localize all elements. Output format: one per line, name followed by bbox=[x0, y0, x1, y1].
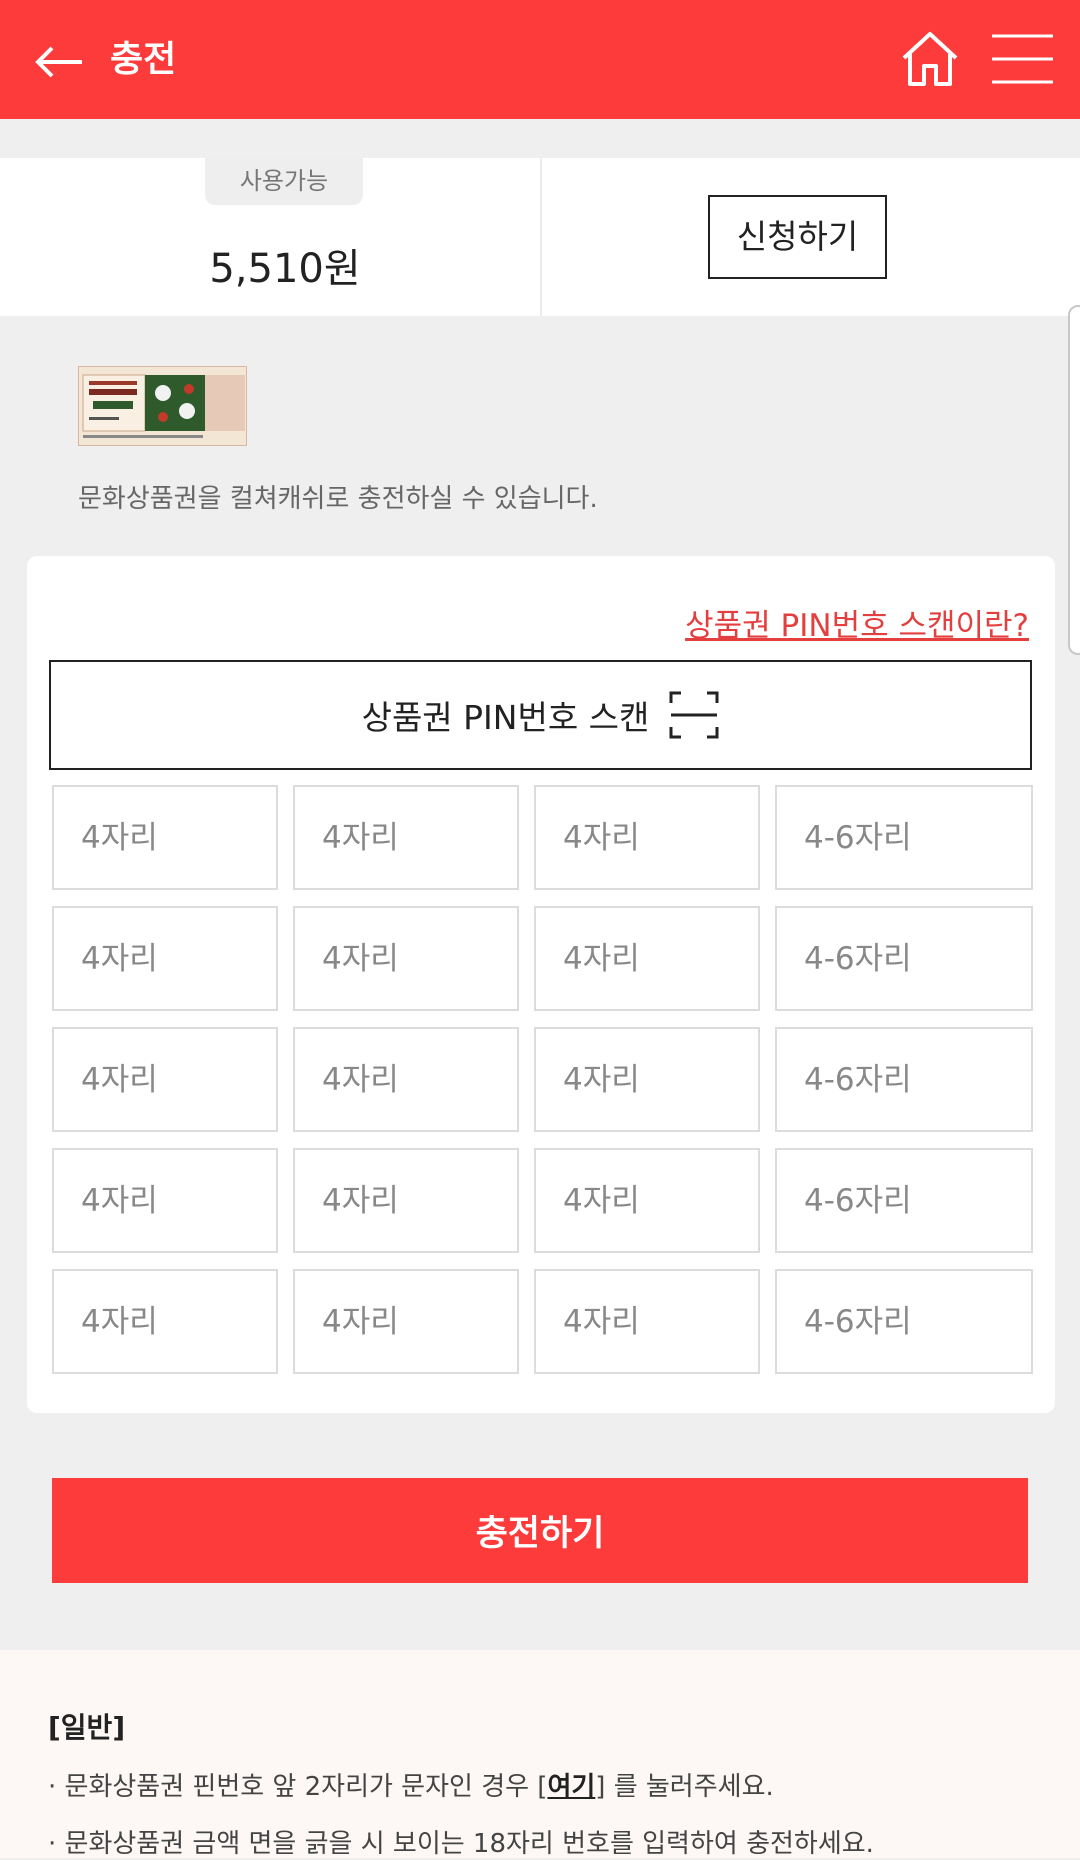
charge-button[interactable]: 충전하기 bbox=[52, 1478, 1028, 1583]
pin-input[interactable] bbox=[534, 906, 760, 1011]
pin-input-long[interactable] bbox=[775, 785, 1033, 890]
pin-input[interactable] bbox=[534, 1027, 760, 1132]
menu-button[interactable] bbox=[990, 32, 1055, 86]
pin-input[interactable] bbox=[52, 1148, 278, 1253]
balance-amount: 5,510원 bbox=[209, 246, 361, 292]
home-button[interactable] bbox=[898, 28, 962, 90]
pin-input-long[interactable] bbox=[775, 906, 1033, 1011]
hamburger-menu-icon bbox=[992, 34, 1053, 84]
app-header: 충전 bbox=[0, 0, 1080, 119]
scan-label: 상품권 PIN번호 스캔 bbox=[361, 698, 650, 737]
pin-input[interactable] bbox=[293, 1027, 519, 1132]
pin-input-grid bbox=[52, 785, 1034, 1374]
pin-input-long[interactable] bbox=[775, 1269, 1033, 1374]
gift-voucher-image bbox=[78, 366, 247, 446]
pin-input[interactable] bbox=[52, 785, 278, 890]
pin-input-long[interactable] bbox=[775, 1027, 1033, 1132]
pin-input[interactable] bbox=[293, 785, 519, 890]
pin-input[interactable] bbox=[52, 1027, 278, 1132]
pin-input[interactable] bbox=[534, 1269, 760, 1374]
apply-button[interactable]: 신청하기 bbox=[708, 195, 887, 279]
pin-entry-card: 상품권 PIN번호 스캔이란? 상품권 PIN번호 스캔 bbox=[27, 556, 1055, 1413]
notes-title: [일반] bbox=[48, 1711, 126, 1744]
pin-input[interactable] bbox=[534, 785, 760, 890]
pin-input[interactable] bbox=[293, 906, 519, 1011]
note-text: · 문화상품권 핀번호 앞 2자리가 문자인 경우 [ bbox=[48, 1772, 548, 1802]
pin-input-long[interactable] bbox=[775, 1148, 1033, 1253]
pin-input[interactable] bbox=[293, 1269, 519, 1374]
notes-section: [일반] · 문화상품권 핀번호 앞 2자리가 문자인 경우 [여기] 를 눌러… bbox=[0, 1650, 1080, 1859]
scan-help-link[interactable]: 상품권 PIN번호 스캔이란? bbox=[685, 600, 1029, 645]
note-line-2: · 문화상품권 금액 면을 긁을 시 보이는 18자리 번호를 입력하여 충전하… bbox=[48, 1829, 874, 1859]
home-icon bbox=[902, 32, 958, 86]
note-line-1: · 문화상품권 핀번호 앞 2자리가 문자인 경우 [여기] 를 눌러주세요. bbox=[48, 1766, 1080, 1803]
pin-scan-button[interactable]: 상품권 PIN번호 스캔 bbox=[49, 660, 1032, 770]
voucher-description: 문화상품권을 컬쳐캐쉬로 충전하실 수 있습니다. bbox=[78, 484, 598, 514]
balance-card: 사용가능 5,510원 신청하기 bbox=[0, 158, 1080, 316]
here-link[interactable]: 여기 bbox=[547, 1772, 595, 1802]
divider bbox=[540, 158, 542, 316]
pin-input[interactable] bbox=[534, 1148, 760, 1253]
scan-frame-icon bbox=[669, 691, 719, 739]
page-title: 충전 bbox=[110, 39, 177, 80]
back-button[interactable] bbox=[30, 30, 100, 90]
pin-input[interactable] bbox=[52, 906, 278, 1011]
pin-input[interactable] bbox=[293, 1148, 519, 1253]
available-badge: 사용가능 bbox=[205, 158, 363, 205]
side-drawer-handle[interactable] bbox=[1068, 305, 1080, 655]
note-text: ] 를 눌러주세요. bbox=[595, 1772, 774, 1802]
back-arrow-icon bbox=[35, 46, 82, 78]
pin-input[interactable] bbox=[52, 1269, 278, 1374]
balance-section: 사용가능 5,510원 bbox=[0, 158, 540, 316]
